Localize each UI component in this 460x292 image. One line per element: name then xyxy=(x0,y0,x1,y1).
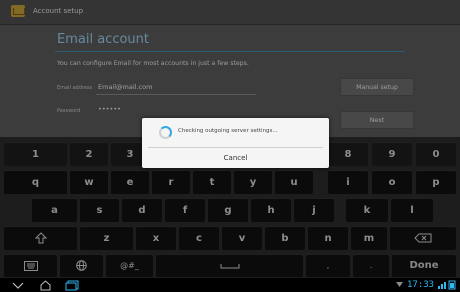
progress-dialog: Checking outgoing server settings... Can… xyxy=(142,118,329,168)
loading-spinner-icon xyxy=(159,126,172,139)
wifi-icon xyxy=(396,282,403,287)
signal-battery-icon xyxy=(438,280,456,290)
recent-apps-button[interactable] xyxy=(65,279,79,291)
recent-apps-icon xyxy=(65,280,79,290)
cancel-button[interactable]: Cancel xyxy=(142,148,329,167)
back-icon xyxy=(12,282,24,289)
clock: 17:33 xyxy=(407,280,435,290)
dialog-message: Checking outgoing server settings... xyxy=(178,128,278,134)
system-bar: 17:33 xyxy=(0,278,460,292)
back-button[interactable] xyxy=(11,279,25,291)
home-button[interactable] xyxy=(38,279,52,291)
home-icon xyxy=(40,279,50,290)
